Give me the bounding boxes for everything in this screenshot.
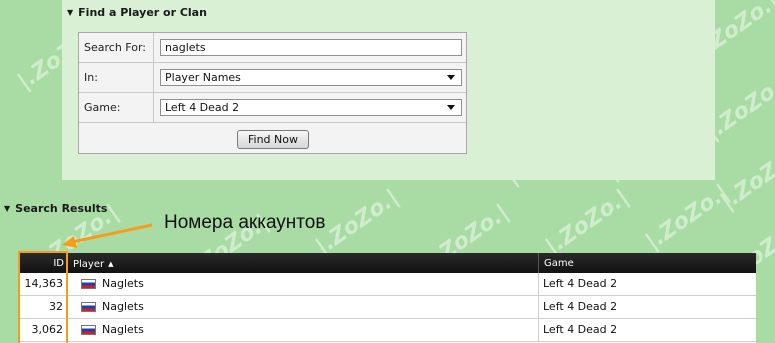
row-id: 14,363 <box>18 273 68 295</box>
find-section-title: Find a Player or Clan <box>78 6 207 19</box>
search-input[interactable] <box>160 39 462 56</box>
column-header-player-label: Player <box>73 259 105 270</box>
annotation-label: Номера аккаунтов <box>164 212 326 233</box>
search-in-select[interactable]: Player Names <box>160 69 462 86</box>
player-link[interactable]: Naglets <box>102 296 144 318</box>
table-row: 14,363 Naglets Left 4 Dead 2 <box>18 273 756 296</box>
collapse-triangle-icon: ▼ <box>67 7 74 17</box>
game-label: Game: <box>84 101 121 114</box>
russia-flag-icon <box>81 302 96 312</box>
table-row: 32 Naglets Left 4 Dead 2 <box>18 296 756 319</box>
player-link[interactable]: Naglets <box>102 319 144 341</box>
find-now-button[interactable]: Find Now <box>237 130 309 149</box>
game-selected-value: Left 4 Dead 2 <box>165 101 240 114</box>
watermark: |.ZoZo.| <box>641 180 734 255</box>
search-form: Search For: In: Player Names Game: Left … <box>78 32 467 154</box>
watermark: |.ZoZo.| <box>541 185 634 260</box>
annotation-arrow-line <box>71 223 153 244</box>
annotation-arrow-head <box>62 236 77 248</box>
chevron-down-icon <box>447 105 455 110</box>
row-id: 32 <box>18 296 68 318</box>
search-for-row: Search For: <box>79 33 466 63</box>
table-row: 3,062 Naglets Left 4 Dead 2 <box>18 319 756 342</box>
row-game: Left 4 Dead 2 <box>543 277 618 290</box>
search-for-label: Search For: <box>84 41 146 54</box>
row-divider <box>153 33 154 62</box>
sort-ascending-icon: ▲ <box>108 260 114 268</box>
game-row: Game: Left 4 Dead 2 <box>79 93 466 123</box>
column-header-id[interactable]: ID <box>18 253 68 273</box>
column-header-player[interactable]: Player ▲ <box>69 253 539 273</box>
row-game: Left 4 Dead 2 <box>543 300 618 313</box>
in-row: In: Player Names <box>79 63 466 93</box>
watermark: |.ZoZo.| <box>716 140 775 215</box>
find-section-header[interactable]: ▼ Find a Player or Clan <box>67 6 207 19</box>
game-select[interactable]: Left 4 Dead 2 <box>160 99 462 116</box>
russia-flag-icon <box>81 325 96 335</box>
in-label: In: <box>84 71 98 84</box>
results-section-header[interactable]: ▼ Search Results <box>4 202 107 215</box>
table-header: ID Player ▲ Game <box>18 253 756 273</box>
row-player: Naglets <box>69 296 539 318</box>
russia-flag-icon <box>81 279 96 289</box>
results-section-title: Search Results <box>15 202 108 215</box>
row-id: 3,062 <box>18 319 68 341</box>
row-game: Left 4 Dead 2 <box>543 323 618 336</box>
collapse-triangle-icon: ▼ <box>4 203 11 213</box>
results-table: ID Player ▲ Game 14,363 Naglets Left 4 De… <box>18 253 756 343</box>
row-divider <box>153 63 154 92</box>
row-divider <box>153 93 154 122</box>
row-player: Naglets <box>69 319 539 341</box>
search-in-selected-value: Player Names <box>165 71 241 84</box>
player-link[interactable]: Naglets <box>102 273 144 295</box>
row-player: Naglets <box>69 273 539 295</box>
column-header-game[interactable]: Game <box>540 253 756 273</box>
chevron-down-icon <box>447 75 455 80</box>
